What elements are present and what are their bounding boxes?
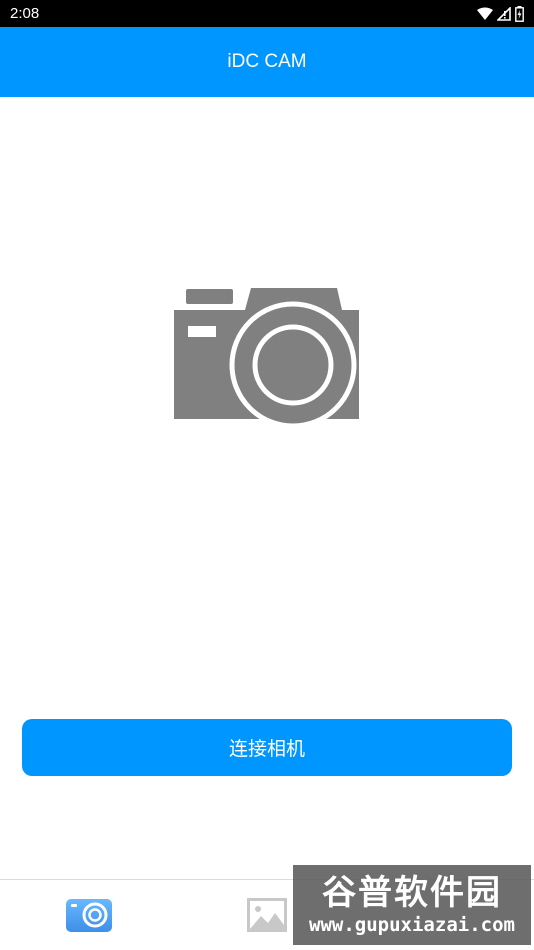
wifi-icon [477,7,493,20]
gallery-icon [247,898,287,932]
main-content: 连接相机 [0,97,534,879]
nav-item-gallery[interactable] [244,895,290,935]
watermark-title: 谷普软件园 [322,873,502,913]
status-icons [477,5,524,22]
signal-icon [497,6,511,21]
app-bar: iDC CAM [0,27,534,97]
connect-camera-button[interactable]: 连接相机 [22,719,512,776]
connect-camera-label: 连接相机 [228,738,305,760]
nav-item-camera[interactable] [64,895,114,935]
watermark-url: www.gupuxiazai.com [309,914,515,936]
status-bar: 2:08 [0,0,534,27]
watermark: 谷普软件园 www.gupuxiazai.com [293,865,531,945]
battery-icon [515,5,524,22]
app-title: iDC CAM [227,51,307,72]
camera-app-icon [66,899,112,932]
camera-icon [174,288,359,426]
status-time: 2:08 [10,5,40,22]
